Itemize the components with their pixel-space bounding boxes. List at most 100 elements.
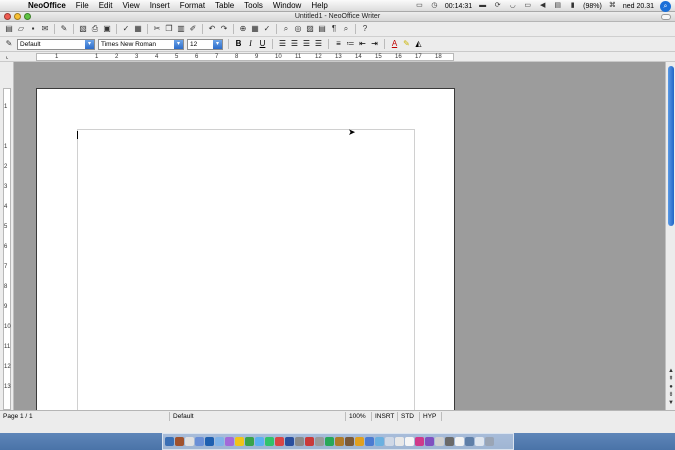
menu-table[interactable]: Table <box>215 1 234 10</box>
app-icon[interactable] <box>455 437 464 446</box>
previous-page-icon[interactable]: ⇞ <box>667 376 675 382</box>
hyperlink-mode-indicator[interactable]: HYP <box>420 411 442 421</box>
selection-mode-indicator[interactable]: STD <box>398 411 420 421</box>
app-icon[interactable] <box>445 437 454 446</box>
app-icon[interactable] <box>185 437 194 446</box>
next-page-icon[interactable]: ⇟ <box>667 392 675 398</box>
italic-button[interactable]: I <box>246 39 255 49</box>
menu-format[interactable]: Format <box>180 1 205 10</box>
tab-stop-selector[interactable]: ⌞ <box>0 52 14 62</box>
background-color-icon[interactable]: ◭ <box>414 39 423 49</box>
undo-icon[interactable]: ↶ <box>207 24 217 34</box>
app-icon[interactable] <box>475 437 484 446</box>
app-icon[interactable] <box>335 437 344 446</box>
vertical-scrollbar[interactable]: ▲ ⇞ ● ⇟ ▼ <box>665 62 675 410</box>
table-icon[interactable]: ▦ <box>250 24 260 34</box>
wifi-icon[interactable]: ◡ <box>508 2 517 10</box>
data-sources-icon[interactable]: ▤ <box>317 24 327 34</box>
align-center-icon[interactable]: ☰ <box>290 39 299 49</box>
timer-icon[interactable]: ◷ <box>430 2 439 10</box>
menu-window[interactable]: Window <box>273 1 301 10</box>
menu-insert[interactable]: Insert <box>150 1 170 10</box>
mail-icon[interactable]: ✉ <box>40 24 50 34</box>
flag-icon[interactable]: ▤ <box>553 2 562 10</box>
page-indicator[interactable]: Page 1 / 1 <box>0 411 170 421</box>
align-right-icon[interactable]: ☰ <box>302 39 311 49</box>
app-icon[interactable] <box>245 437 254 446</box>
navigation-icon[interactable]: ● <box>667 384 675 390</box>
numbering-icon[interactable]: ≡ <box>334 39 343 49</box>
paste-icon[interactable]: ▥ <box>176 24 186 34</box>
datetime-text[interactable]: ned 20.31 <box>623 3 654 10</box>
highlight-icon[interactable]: ✎ <box>402 39 411 49</box>
chevron-down-icon[interactable]: ▾ <box>85 39 94 49</box>
bold-button[interactable]: B <box>234 39 243 49</box>
app-icon[interactable] <box>255 437 264 446</box>
display-icon[interactable]: ▬ <box>478 2 487 10</box>
app-icon[interactable] <box>465 437 474 446</box>
redo-icon[interactable]: ↷ <box>219 24 229 34</box>
app-icon[interactable] <box>225 437 234 446</box>
finder-icon[interactable] <box>165 437 174 446</box>
gallery-icon[interactable]: ▨ <box>305 24 315 34</box>
find-replace-icon[interactable]: ⌕ <box>281 24 291 34</box>
app-icon[interactable] <box>205 437 214 446</box>
navigator-icon[interactable]: ◎ <box>293 24 303 34</box>
print-icon[interactable]: ⎙ <box>90 24 100 34</box>
zoom-indicator[interactable]: 100% <box>346 411 372 421</box>
monitor-icon[interactable]: ▭ <box>523 2 532 10</box>
app-icon[interactable] <box>215 437 224 446</box>
app-icon[interactable] <box>375 437 384 446</box>
trash-icon[interactable] <box>485 437 494 446</box>
export-pdf-icon[interactable]: ▧ <box>78 24 88 34</box>
horizontal-ruler[interactable]: 1 1 2 3 4 5 6 7 8 9 10 11 12 13 14 15 16… <box>36 53 454 61</box>
increase-indent-icon[interactable]: ⇥ <box>370 39 379 49</box>
window-menu-icon[interactable]: ▭ <box>415 2 424 10</box>
app-icon[interactable] <box>315 437 324 446</box>
new-document-icon[interactable]: ▤ <box>4 24 14 34</box>
scrollbar-thumb[interactable] <box>668 66 674 226</box>
sync-icon[interactable]: ⟳ <box>493 2 502 10</box>
window-titlebar[interactable]: Untitled1 - NeoOffice Writer <box>0 12 675 22</box>
vertical-ruler[interactable]: 1 1 2 3 4 5 6 7 8 9 10 11 12 13 <box>0 62 14 410</box>
justify-icon[interactable]: ☰ <box>314 39 323 49</box>
save-icon[interactable]: ▪ <box>28 24 38 34</box>
page-style-indicator[interactable]: Default <box>170 411 346 421</box>
zoom-icon[interactable]: ⌕ <box>341 24 351 34</box>
scroll-down-icon[interactable]: ▼ <box>667 400 675 406</box>
underline-button[interactable]: U <box>258 39 267 49</box>
app-icon[interactable] <box>325 437 334 446</box>
menu-edit[interactable]: Edit <box>99 1 113 10</box>
align-left-icon[interactable]: ☰ <box>278 39 287 49</box>
insert-mode-indicator[interactable]: INSRT <box>372 411 398 421</box>
chevron-down-icon[interactable]: ▾ <box>174 39 183 49</box>
help-icon[interactable]: ? <box>360 24 370 34</box>
scroll-up-icon[interactable]: ▲ <box>667 368 675 374</box>
menu-file[interactable]: File <box>76 1 89 10</box>
app-icon[interactable] <box>405 437 414 446</box>
app-icon[interactable] <box>345 437 354 446</box>
app-icon[interactable] <box>355 437 364 446</box>
document-page[interactable] <box>36 88 455 411</box>
font-name-select[interactable]: Times New Roman ▾ <box>98 38 184 50</box>
paragraph-style-select[interactable]: Default ▾ <box>17 38 95 50</box>
clock-text[interactable]: 00:14:31 <box>445 3 472 10</box>
copy-icon[interactable]: ❐ <box>164 24 174 34</box>
formatting-marks-icon[interactable]: ¶ <box>329 24 339 34</box>
menu-app-name[interactable]: NeoOffice <box>28 1 66 10</box>
app-icon[interactable] <box>395 437 404 446</box>
format-paintbrush-icon[interactable]: ✐ <box>188 24 198 34</box>
spellcheck-icon[interactable]: ✓ <box>121 24 131 34</box>
font-size-select[interactable]: 12 ▾ <box>187 38 223 50</box>
app-icon[interactable] <box>295 437 304 446</box>
keyboard-icon[interactable]: ⌘ <box>608 2 617 10</box>
app-icon[interactable] <box>365 437 374 446</box>
app-icon[interactable] <box>235 437 244 446</box>
app-icon[interactable] <box>415 437 424 446</box>
app-icon[interactable] <box>425 437 434 446</box>
cut-icon[interactable]: ✂ <box>152 24 162 34</box>
toolbar-toggle-button[interactable] <box>661 14 671 20</box>
app-icon[interactable] <box>305 437 314 446</box>
app-icon[interactable] <box>435 437 444 446</box>
font-color-icon[interactable]: A <box>390 39 399 49</box>
